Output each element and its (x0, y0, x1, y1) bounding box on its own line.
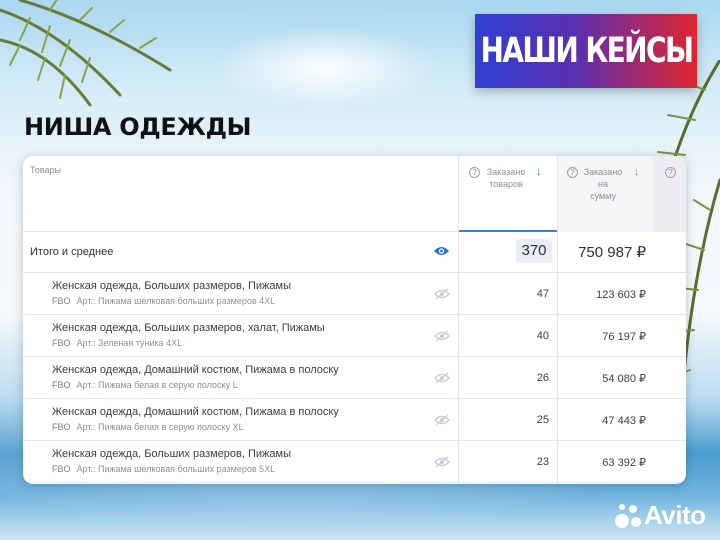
product-article: FBO Арт.: Пижама шелковая больших размеро… (52, 464, 275, 474)
eye-off-icon[interactable] (434, 330, 450, 342)
header-line: Заказано (486, 167, 526, 177)
product-article: FBO Арт.: Зеленая туника 4XL (52, 338, 182, 348)
help-circle-icon[interactable]: ? (469, 167, 480, 178)
article-text: Арт.: Пижама белая в серую полоску XL (76, 422, 244, 432)
product-name[interactable]: Женская одежда, Домашний костюм, Пижама … (52, 406, 339, 418)
product-name[interactable]: Женская одежда, Больших размеров, Пижамы (52, 448, 291, 460)
ordered-sum: 54 080 ₽ (602, 373, 646, 385)
table-row[interactable]: Женская одежда, Больших размеров, Пижамы… (23, 273, 686, 315)
product-name[interactable]: Женская одежда, Больших размеров, Пижамы (52, 280, 291, 292)
header-line: сумму (590, 191, 616, 201)
sort-arrow-icon[interactable]: ↓ (536, 167, 542, 178)
cases-banner: НАШИ КЕЙСЫ (475, 14, 697, 88)
eye-off-icon[interactable] (434, 288, 450, 300)
product-article: FBO Арт.: Пижама белая в серую полоску XL (52, 422, 244, 432)
table-row[interactable]: Женская одежда, Домашний костюм, Пижама … (23, 357, 686, 399)
ordered-sum: 63 392 ₽ (602, 457, 646, 469)
ordered-count: 40 (536, 330, 549, 342)
fbo-badge: FBO (52, 380, 71, 390)
eye-off-icon[interactable] (434, 456, 450, 468)
article-text: Арт.: Пижама белая в серую полоску L (76, 380, 238, 390)
sun-glow (210, 28, 440, 108)
fbo-badge: FBO (52, 422, 71, 432)
total-label: Итого и среднее (30, 246, 114, 258)
ordered-sum: 123 603 ₽ (596, 289, 646, 301)
table-row[interactable]: Женская одежда, Больших размеров, халат,… (23, 315, 686, 357)
fbo-badge: FBO (52, 338, 71, 348)
table-row[interactable]: Женская одежда, Больших размеров, Пижамы… (23, 441, 686, 483)
eye-icon[interactable] (433, 245, 450, 257)
table-header: Товары ? Заказано товаров ↓ ? Заказано н… (23, 156, 686, 232)
column-ordered-sum-label: Заказано на сумму (582, 166, 624, 202)
ordered-count: 47 (536, 288, 549, 300)
sort-arrow-icon[interactable]: ↓ (634, 167, 640, 178)
article-text: Арт.: Пижама шелковая больших размеров 5… (76, 464, 276, 474)
eye-off-icon[interactable] (434, 414, 450, 426)
avito-brand-text: Avito (644, 500, 706, 530)
product-article: FBO Арт.: Пижама белая в серую полоску L (52, 380, 238, 390)
column-ordered-items-label: Заказано товаров (485, 166, 527, 190)
total-sum: 750 987 ₽ (578, 244, 646, 261)
article-text: Арт.: Зеленая туника 4XL (76, 338, 183, 348)
header-line: товаров (489, 179, 523, 189)
niche-title: НИША ОДЕЖДЫ (24, 113, 252, 141)
header-line: на (598, 179, 608, 189)
ordered-count: 23 (536, 456, 549, 468)
total-count: 370 (516, 239, 552, 263)
product-name[interactable]: Женская одежда, Больших размеров, халат,… (52, 322, 325, 334)
avito-logo-icon (614, 502, 642, 530)
palm-leaves-left (0, 0, 172, 107)
column-goods-header[interactable]: Товары (30, 165, 61, 175)
ordered-sum: 76 197 ₽ (602, 331, 646, 343)
products-table: Товары ? Заказано товаров ↓ ? Заказано н… (23, 156, 686, 484)
table-row[interactable]: Женская одежда, Домашний костюм, Пижама … (23, 399, 686, 441)
help-circle-icon[interactable]: ? (567, 167, 578, 178)
ordered-count: 26 (536, 372, 549, 384)
total-row: Итого и среднее 370 750 987 ₽ (23, 232, 686, 273)
fbo-badge: FBO (52, 464, 71, 474)
ordered-sum: 47 443 ₽ (602, 415, 646, 427)
header-line: Заказано (583, 167, 623, 177)
fbo-badge: FBO (52, 296, 71, 306)
product-name[interactable]: Женская одежда, Домашний костюм, Пижама … (52, 364, 339, 376)
cases-banner-label: НАШИ КЕЙСЫ (480, 31, 693, 71)
eye-off-icon[interactable] (434, 372, 450, 384)
ordered-count: 25 (536, 414, 549, 426)
avito-watermark: Avito (614, 500, 706, 531)
product-article: FBO Арт.: Пижама шелковая больших размеро… (52, 296, 275, 306)
help-circle-icon[interactable]: ? (665, 167, 676, 178)
article-text: Арт.: Пижама шелковая больших размеров 4… (76, 296, 276, 306)
